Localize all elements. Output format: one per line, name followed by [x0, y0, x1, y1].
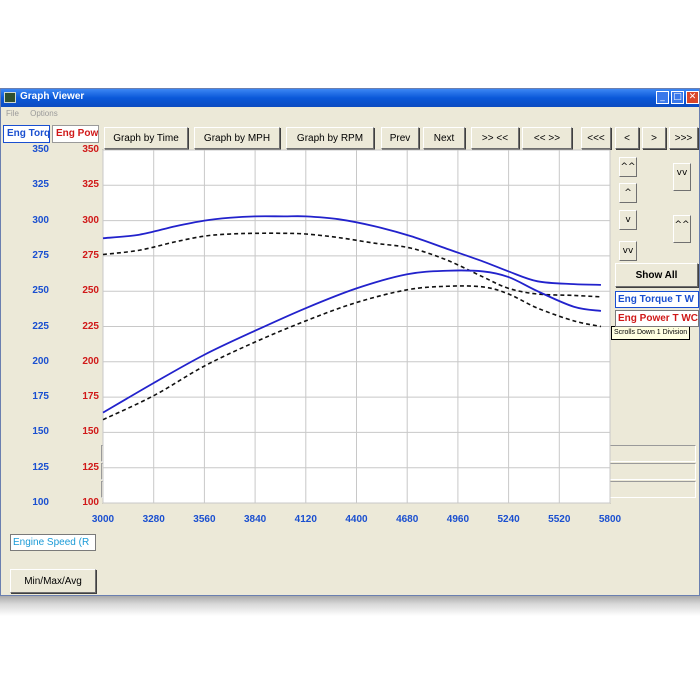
run-description[interactable]: run 4, OE exhaust, OE int, 40>85 mph, 2n… — [276, 463, 696, 480]
run-label[interactable]: Run #1 — [101, 445, 165, 462]
window-bottom-shadow — [0, 596, 700, 616]
run-list: Run #1 8m40087 (Fisher, Mat run 5, AFE exh… — [1, 89, 700, 597]
run-file-id[interactable] — [166, 481, 274, 498]
run-description[interactable]: run 5, AFE exhaust, OE int, 40>85 mph, 2… — [276, 445, 696, 462]
graph-viewer-window: Graph Viewer _ □ ✕ File Options Eng Torq… — [0, 88, 700, 596]
run-file-id[interactable]: 8m40087 (Fisher, Mat — [166, 463, 274, 480]
run-label[interactable]: Run #2 — [101, 463, 165, 480]
run-file-id[interactable]: 8m40087 (Fisher, Mat — [166, 445, 274, 462]
run-description[interactable] — [276, 481, 696, 498]
run-label[interactable]: Run #3 — [101, 481, 165, 498]
